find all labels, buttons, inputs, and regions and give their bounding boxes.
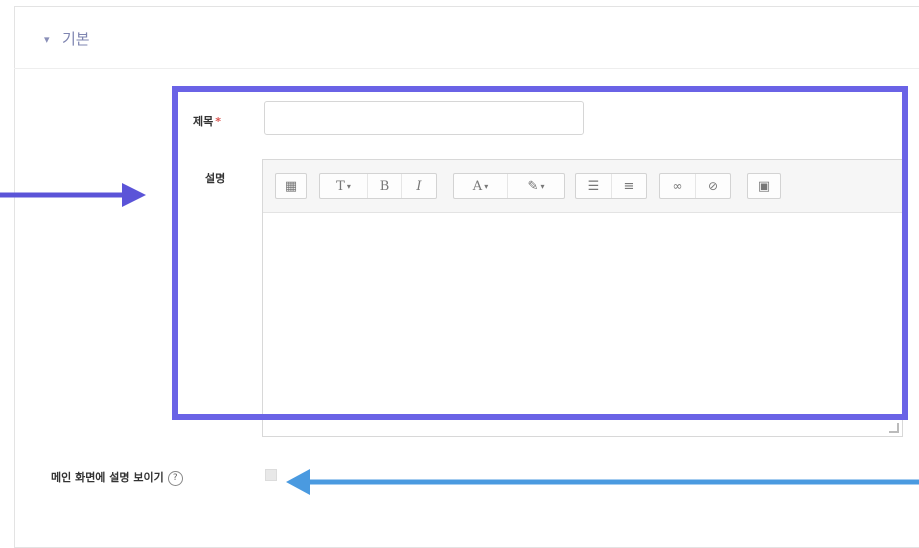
section-title[interactable]: 기본 (62, 28, 90, 49)
toolbar-group-media: ▣ (747, 173, 781, 199)
highlight-color-icon[interactable]: ✎ ▾ (508, 174, 564, 198)
link-icon[interactable]: ∞ (660, 174, 696, 198)
toolbar-group-toggle: ▦ (275, 173, 307, 199)
toolbar-group-lists: ☰ ≡ (575, 173, 647, 199)
bottom-arrow-annotation (286, 469, 919, 495)
toolbar-group-style: T ▾ B I (319, 173, 437, 199)
italic-icon[interactable]: I (402, 174, 436, 198)
toolbar-group-links: ∞ ⊘ (659, 173, 731, 199)
text-color-icon[interactable]: A ▾ (454, 174, 508, 198)
help-icon[interactable]: ? (167, 470, 183, 486)
caret-down-icon[interactable]: ▾ (44, 33, 50, 46)
show-description-label-text: 메인 화면에 설명 보이기 (51, 471, 164, 484)
section-header[interactable]: ▾ 기본 (14, 6, 919, 69)
required-mark: * (215, 115, 222, 128)
description-label: 설명 (205, 172, 226, 185)
title-input[interactable] (264, 101, 584, 135)
title-label: 제목 * (193, 113, 221, 129)
unlink-icon[interactable]: ⊘ (696, 174, 730, 198)
resize-grip-icon[interactable] (889, 423, 899, 433)
show-description-label: 메인 화면에 설명 보이기? (51, 469, 183, 486)
ordered-list-icon[interactable]: ≡ (612, 174, 646, 198)
image-icon[interactable]: ▣ (748, 174, 780, 198)
editor-toolbar: ▦ T ▾ B I A ▾ ✎ ▾ ☰ ≡ ∞ ⊘ ▣ (263, 160, 902, 213)
bold-icon[interactable]: B (368, 174, 402, 198)
show-more-icon[interactable]: ▦ (276, 174, 306, 198)
paragraph-style-icon[interactable]: T ▾ (320, 174, 368, 198)
editor-content-area[interactable] (263, 212, 902, 436)
toolbar-group-color: A ▾ ✎ ▾ (453, 173, 565, 199)
title-label-text: 제목 (193, 115, 214, 128)
description-editor[interactable]: ▦ T ▾ B I A ▾ ✎ ▾ ☰ ≡ ∞ ⊘ ▣ (262, 159, 903, 437)
left-arrow-annotation (0, 183, 146, 207)
show-description-checkbox[interactable] (265, 469, 277, 481)
unordered-list-icon[interactable]: ☰ (576, 174, 612, 198)
